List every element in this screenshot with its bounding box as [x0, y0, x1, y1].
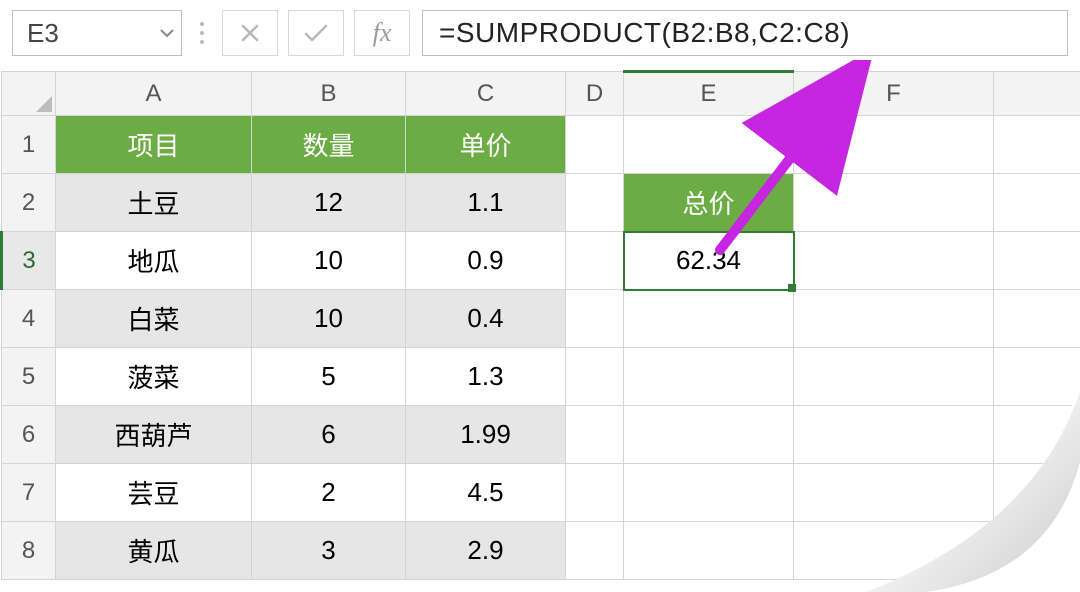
cell-E1[interactable]: [624, 116, 794, 174]
cell-G8[interactable]: [994, 522, 1080, 580]
row-header-6[interactable]: 6: [2, 406, 56, 464]
cell-C3[interactable]: 0.9: [406, 232, 566, 290]
cell-A8[interactable]: 黄瓜: [56, 522, 252, 580]
cell-C1[interactable]: 单价: [406, 116, 566, 174]
formula-bar-buttons: fx: [222, 10, 410, 56]
row-header-2[interactable]: 2: [2, 174, 56, 232]
col-header-C[interactable]: C: [406, 72, 566, 116]
row-header-4[interactable]: 4: [2, 290, 56, 348]
cell-C8[interactable]: 2.9: [406, 522, 566, 580]
cell-E5[interactable]: [624, 348, 794, 406]
row-header-8[interactable]: 8: [2, 522, 56, 580]
fx-icon: fx: [373, 18, 392, 48]
enter-button[interactable]: [288, 10, 344, 56]
col-header-G[interactable]: [994, 72, 1080, 116]
cell-G4[interactable]: [994, 290, 1080, 348]
cell-D8[interactable]: [566, 522, 624, 580]
cell-F8[interactable]: [794, 522, 994, 580]
select-all-corner[interactable]: [2, 72, 56, 116]
cell-D3[interactable]: [566, 232, 624, 290]
cell-E7[interactable]: [624, 464, 794, 522]
cell-E6[interactable]: [624, 406, 794, 464]
sheet-body: 1 项目 数量 单价 2 土豆 12 1.1 总价 3 地瓜 10 0.9: [2, 116, 1080, 580]
row-header-3[interactable]: 3: [2, 232, 56, 290]
insert-function-button[interactable]: fx: [354, 10, 410, 56]
cell-A5[interactable]: 菠菜: [56, 348, 252, 406]
cell-C2[interactable]: 1.1: [406, 174, 566, 232]
cell-B7[interactable]: 2: [252, 464, 406, 522]
cell-C7[interactable]: 4.5: [406, 464, 566, 522]
row-7: 7 芸豆 2 4.5: [2, 464, 1080, 522]
drag-handle-icon[interactable]: [194, 22, 210, 44]
row-4: 4 白菜 10 0.4: [2, 290, 1080, 348]
cell-A3[interactable]: 地瓜: [56, 232, 252, 290]
row-1: 1 项目 数量 单价: [2, 116, 1080, 174]
formula-text: =SUMPRODUCT(B2:B8,C2:C8): [439, 17, 850, 49]
cell-D5[interactable]: [566, 348, 624, 406]
col-header-A[interactable]: A: [56, 72, 252, 116]
cell-A7[interactable]: 芸豆: [56, 464, 252, 522]
cell-G3[interactable]: [994, 232, 1080, 290]
cell-F3[interactable]: [794, 232, 994, 290]
cell-F7[interactable]: [794, 464, 994, 522]
cell-B2[interactable]: 12: [252, 174, 406, 232]
cell-B3[interactable]: 10: [252, 232, 406, 290]
cell-D2[interactable]: [566, 174, 624, 232]
row-header-7[interactable]: 7: [2, 464, 56, 522]
cell-E4[interactable]: [624, 290, 794, 348]
row-3: 3 地瓜 10 0.9 62.34: [2, 232, 1080, 290]
formula-input[interactable]: =SUMPRODUCT(B2:B8,C2:C8): [422, 10, 1068, 56]
cell-B8[interactable]: 3: [252, 522, 406, 580]
cell-A4[interactable]: 白菜: [56, 290, 252, 348]
col-header-D[interactable]: D: [566, 72, 624, 116]
cell-B6[interactable]: 6: [252, 406, 406, 464]
col-header-E[interactable]: E: [624, 72, 794, 116]
cell-D1[interactable]: [566, 116, 624, 174]
cell-G2[interactable]: [994, 174, 1080, 232]
cell-A2[interactable]: 土豆: [56, 174, 252, 232]
row-header-1[interactable]: 1: [2, 116, 56, 174]
name-box-value: E3: [27, 18, 59, 49]
row-5: 5 菠菜 5 1.3: [2, 348, 1080, 406]
cell-C4[interactable]: 0.4: [406, 290, 566, 348]
cell-G6[interactable]: [994, 406, 1080, 464]
cell-B4[interactable]: 10: [252, 290, 406, 348]
cancel-button[interactable]: [222, 10, 278, 56]
cell-C5[interactable]: 1.3: [406, 348, 566, 406]
cell-F2[interactable]: [794, 174, 994, 232]
cell-C6[interactable]: 1.99: [406, 406, 566, 464]
row-6: 6 西葫芦 6 1.99: [2, 406, 1080, 464]
cell-A1[interactable]: 项目: [56, 116, 252, 174]
cell-D6[interactable]: [566, 406, 624, 464]
cell-F1[interactable]: [794, 116, 994, 174]
cell-F5[interactable]: [794, 348, 994, 406]
cell-F6[interactable]: [794, 406, 994, 464]
cell-A6[interactable]: 西葫芦: [56, 406, 252, 464]
formula-bar: E3 fx =SUMPRODUCT(B2:B8,C2:C8): [0, 0, 1080, 70]
cell-E8[interactable]: [624, 522, 794, 580]
cell-G7[interactable]: [994, 464, 1080, 522]
cell-E3[interactable]: 62.34: [624, 232, 794, 290]
cell-G5[interactable]: [994, 348, 1080, 406]
col-header-B[interactable]: B: [252, 72, 406, 116]
chevron-down-icon[interactable]: [159, 25, 175, 41]
cell-D7[interactable]: [566, 464, 624, 522]
cell-F4[interactable]: [794, 290, 994, 348]
spreadsheet-grid[interactable]: A B C D E F 1 项目 数量 单价 2 土豆 12 1.1 总价: [0, 70, 1080, 580]
row-header-5[interactable]: 5: [2, 348, 56, 406]
cell-G1[interactable]: [994, 116, 1080, 174]
col-header-F[interactable]: F: [794, 72, 994, 116]
row-2: 2 土豆 12 1.1 总价: [2, 174, 1080, 232]
cell-B5[interactable]: 5: [252, 348, 406, 406]
row-8: 8 黄瓜 3 2.9: [2, 522, 1080, 580]
name-box[interactable]: E3: [12, 10, 182, 56]
cell-E2[interactable]: 总价: [624, 174, 794, 232]
cell-B1[interactable]: 数量: [252, 116, 406, 174]
cell-D4[interactable]: [566, 290, 624, 348]
